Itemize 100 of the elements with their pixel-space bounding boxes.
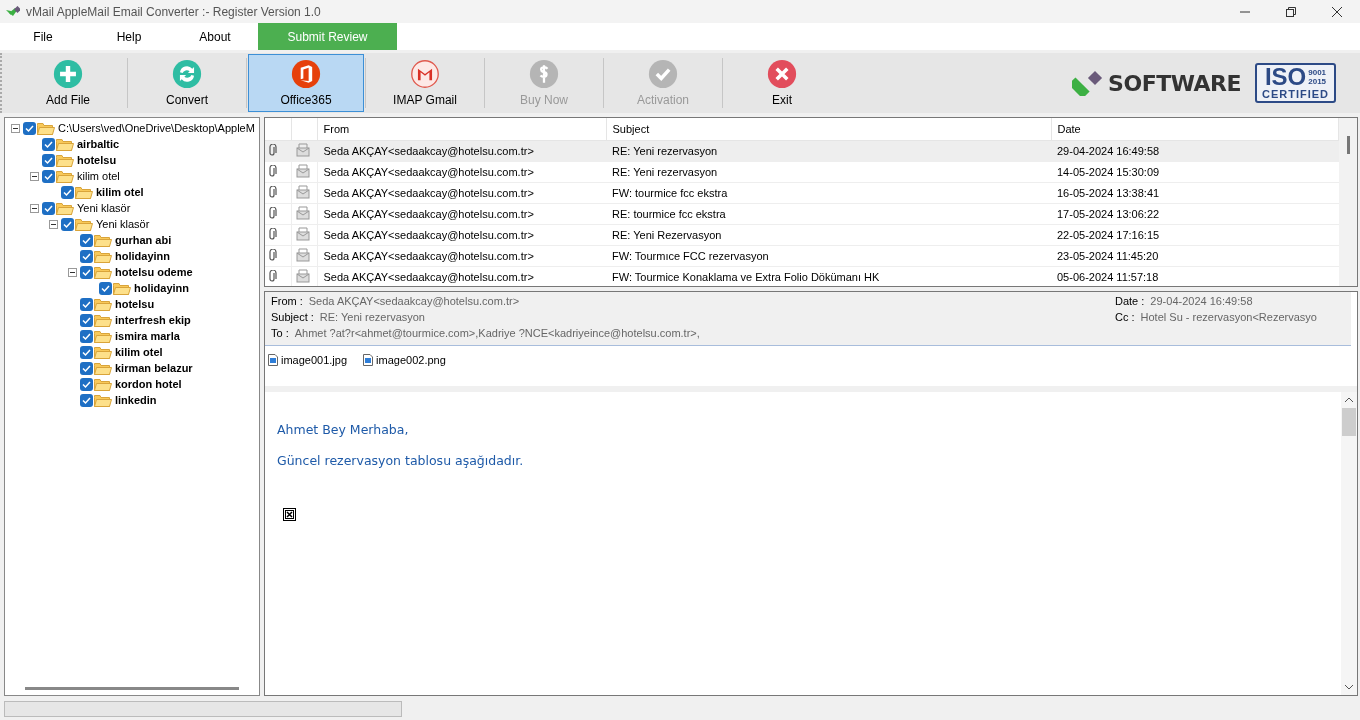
folder-name[interactable]: Yeni klasör (96, 218, 150, 230)
folder-name[interactable]: hotelsu odeme (115, 266, 193, 278)
toolbar-button[interactable]: Add File (10, 54, 126, 112)
folder-name[interactable]: kilim otel (96, 186, 144, 198)
folder-icon (37, 121, 55, 135)
paperclip-icon (269, 186, 277, 198)
table-cell: Seda AKÇAY<sedaakcay@hotelsu.com.tr> (317, 203, 606, 225)
checkbox[interactable] (80, 377, 93, 391)
paperclip-icon (269, 249, 277, 261)
checkbox[interactable] (42, 201, 55, 215)
folder-name[interactable]: kirman belazur (115, 362, 193, 374)
menu-item[interactable]: Help (86, 23, 172, 50)
mail-row[interactable]: Seda AKÇAY<sedaakcay@hotelsu.com.tr> FW: Tourmice Konaklama ve Extra Folio Dökümanı HK 05-06-2024 11:57:18 (265, 266, 1339, 286)
checkbox[interactable] (80, 249, 93, 263)
folder-name[interactable]: Yeni klasör (77, 202, 131, 214)
toolbar-button[interactable]: Convert (129, 54, 245, 112)
table-cell: RE: Yeni rezervasyon (606, 161, 1051, 183)
checkbox[interactable] (80, 361, 93, 375)
mail-row[interactable]: Seda AKÇAY<sedaakcay@hotelsu.com.tr> RE: Yeni Rezervasyon 22-05-2024 17:16:15 (265, 224, 1339, 246)
folder-name[interactable]: hotelsu (115, 298, 155, 310)
paperclip-icon (269, 144, 277, 156)
mail-row[interactable]: Seda AKÇAY<sedaakcay@hotelsu.com.tr> FW: Tourmıce FCC rezervasyon 23-05-2024 11:45:20 (265, 245, 1339, 267)
date-value: 29-04-2024 16:49:58 (1150, 295, 1253, 307)
checkbox[interactable] (42, 169, 55, 183)
checkbox[interactable] (80, 233, 93, 247)
mail-row[interactable]: Seda AKÇAY<sedaakcay@hotelsu.com.tr> RE: Yeni rezervasyon 29-04-2024 16:49:58 (265, 140, 1339, 162)
checkbox[interactable] (42, 153, 55, 167)
plus-icon (53, 59, 83, 89)
folder-name[interactable]: kordon hotel (115, 378, 182, 390)
recipient-value: Ahmet ?at?r<ahmet@tourmice.com>,Kadriye ?NCE<kadriyeince@hotelsu.com.tr>, (294, 327, 700, 339)
folder-name[interactable]: linkedin (115, 394, 157, 406)
checkbox[interactable] (61, 217, 74, 231)
checkbox[interactable] (61, 185, 74, 199)
toolbar-button[interactable]: Office365 (248, 54, 364, 112)
folder-name[interactable]: kilim otel (115, 346, 163, 358)
collapse-icon[interactable] (11, 123, 20, 133)
table-cell: 05-06-2024 11:57:18 (1051, 266, 1339, 286)
table-cell: Seda AKÇAY<sedaakcay@hotelsu.com.tr> (317, 182, 606, 204)
scrollbar-thumb[interactable] (1342, 408, 1356, 436)
folder-icon (94, 377, 112, 391)
table-cell: RE: tourmice fcc ekstra (606, 203, 1051, 225)
field-label: Date : (1115, 295, 1145, 307)
table-cell: FW: tourmice fcc ekstra (606, 182, 1051, 204)
checkmark-icon (648, 59, 678, 89)
mail-row[interactable]: Seda AKÇAY<sedaakcay@hotelsu.com.tr> FW: tourmice fcc ekstra 16-05-2024 13:38:41 (265, 182, 1339, 204)
sender-value: Seda AKÇAY<sedaakcay@hotelsu.com.tr> (308, 295, 520, 307)
folder-icon (113, 281, 131, 295)
paperclip-icon (269, 165, 277, 177)
scrollbar-thumb[interactable] (25, 686, 239, 690)
table-cell: 29-04-2024 16:49:58 (1051, 140, 1339, 162)
toolbar-button[interactable]: IMAP Gmail (367, 54, 483, 112)
folder-name[interactable]: C:\Users\ved\OneDrive\Desktop\AppleM (58, 122, 255, 134)
scroll-down-icon (1344, 683, 1354, 691)
checkbox[interactable] (80, 265, 93, 279)
menu-item[interactable]: About (172, 23, 258, 50)
attachment-link[interactable]: image002.png (363, 354, 446, 366)
field-label: From : (271, 295, 303, 307)
collapse-icon[interactable] (30, 171, 39, 181)
mail-row[interactable]: Seda AKÇAY<sedaakcay@hotelsu.com.tr> RE: tourmice fcc ekstra 17-05-2024 13:06:22 (265, 203, 1339, 225)
envelope-icon (295, 143, 310, 157)
folder-icon (94, 345, 112, 359)
envelope-icon (295, 164, 310, 178)
attachment-link[interactable]: image001.jpg (268, 354, 348, 366)
folder-name[interactable]: holidayinn (134, 282, 189, 294)
checkbox[interactable] (80, 297, 93, 311)
table-cell: Seda AKÇAY<sedaakcay@hotelsu.com.tr> (317, 266, 606, 286)
folder-name[interactable]: ismira marla (115, 330, 180, 342)
table-cell: Seda AKÇAY<sedaakcay@hotelsu.com.tr> (317, 224, 606, 246)
checkbox[interactable] (23, 121, 36, 135)
field-label: Subject : (271, 311, 314, 323)
collapse-icon[interactable] (49, 219, 58, 229)
checkbox[interactable] (80, 345, 93, 359)
checkbox[interactable] (80, 329, 93, 343)
checkbox[interactable] (99, 281, 112, 295)
table-cell: 23-05-2024 11:45:20 (1051, 245, 1339, 267)
column-header[interactable]: Date (1051, 118, 1339, 141)
column-header[interactable]: From (317, 118, 606, 141)
table-cell: RE: Yeni rezervasyon (606, 140, 1051, 162)
folder-name[interactable]: gurhan abi (115, 234, 172, 246)
checkbox[interactable] (80, 313, 93, 327)
dollar-icon (529, 59, 559, 89)
collapse-icon[interactable] (68, 267, 77, 277)
column-header[interactable]: Subject (606, 118, 1051, 141)
mail-icon (410, 59, 440, 89)
folder-name[interactable]: kilim otel (77, 170, 120, 182)
collapse-icon[interactable] (30, 203, 39, 213)
toolbar-button[interactable]: Exit (724, 54, 840, 112)
checkbox[interactable] (42, 137, 55, 151)
close-icon (1331, 5, 1343, 18)
folder-name[interactable]: holidayinn (115, 250, 170, 262)
folder-icon (94, 313, 112, 327)
folder-icon (56, 169, 74, 183)
folder-name[interactable]: airbaltic (77, 138, 120, 150)
paperclip-icon (269, 207, 277, 219)
menu-item[interactable]: File (0, 23, 86, 50)
mail-row[interactable]: Seda AKÇAY<sedaakcay@hotelsu.com.tr> RE: Yeni rezervasyon 14-05-2024 15:30:09 (265, 161, 1339, 183)
scrollbar-thumb[interactable] (1346, 136, 1350, 154)
folder-name[interactable]: interfresh ekip (115, 314, 191, 326)
folder-name[interactable]: hotelsu (77, 154, 117, 166)
checkbox[interactable] (80, 393, 93, 407)
